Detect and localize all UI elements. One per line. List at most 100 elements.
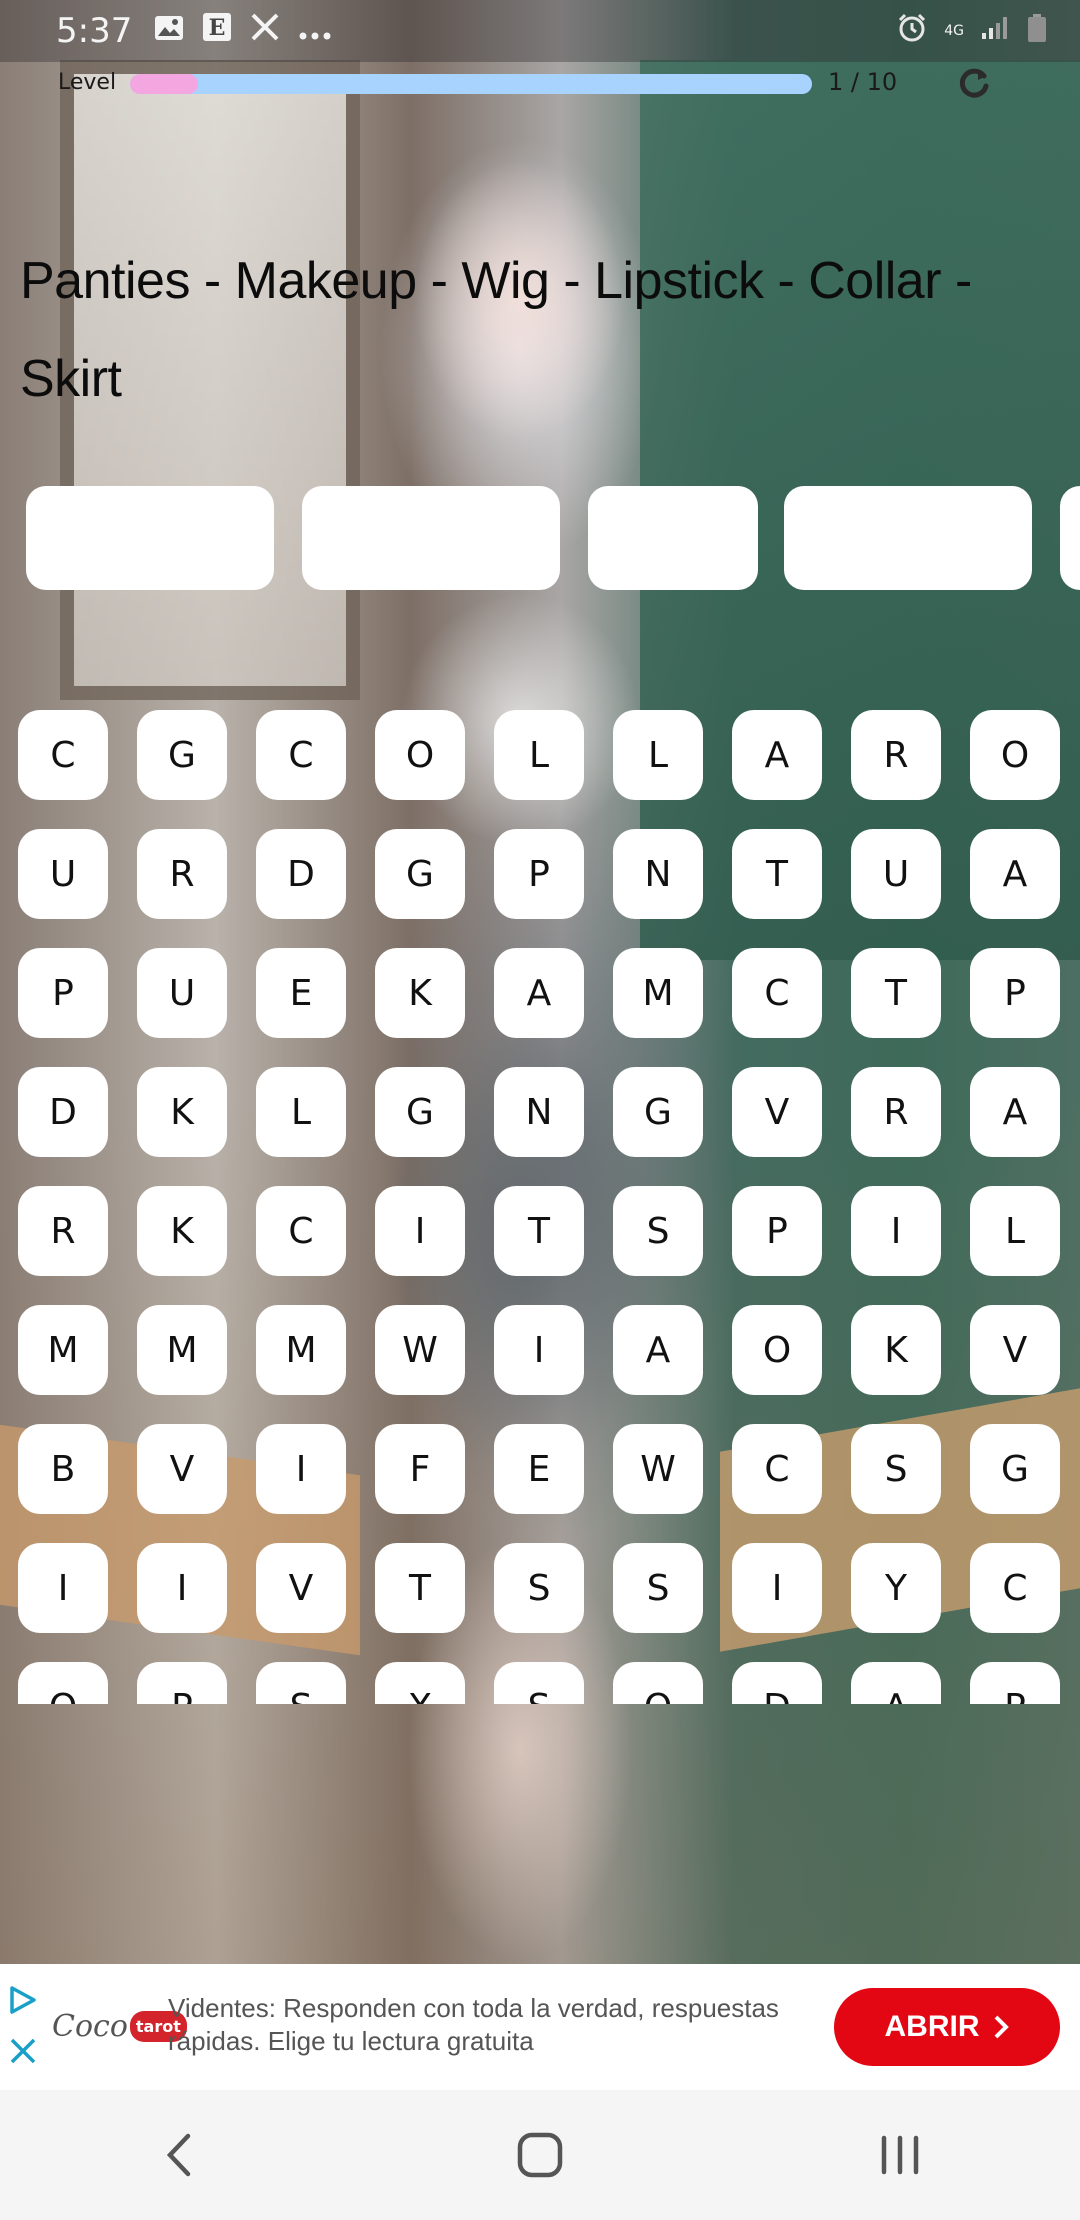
letter-tile[interactable]: R	[137, 829, 227, 919]
letter-tile[interactable]: A	[613, 1305, 703, 1395]
letter-tile[interactable]: L	[613, 710, 703, 800]
letter-tile[interactable]: G	[970, 1424, 1060, 1514]
letter-tile[interactable]: A	[970, 1067, 1060, 1157]
letter-tile[interactable]: A	[494, 948, 584, 1038]
letter-tile[interactable]: M	[256, 1305, 346, 1395]
letter-tile[interactable]: U	[137, 948, 227, 1038]
letter-tile[interactable]: A	[851, 1662, 941, 1704]
letter-tile[interactable]: V	[137, 1424, 227, 1514]
letter-tile[interactable]: I	[18, 1543, 108, 1633]
letter-tile[interactable]: S	[494, 1662, 584, 1704]
answer-slot	[784, 486, 1032, 590]
letter-tile[interactable]: M	[137, 1305, 227, 1395]
letter-tile[interactable]: F	[375, 1424, 465, 1514]
letter-tile[interactable]: K	[137, 1067, 227, 1157]
refresh-button[interactable]	[952, 62, 996, 106]
answer-slots	[26, 486, 1080, 590]
letter-tile[interactable]: S	[851, 1424, 941, 1514]
letter-tile[interactable]: G	[375, 1067, 465, 1157]
letter-tile[interactable]: O	[970, 710, 1060, 800]
letter-tile[interactable]: C	[18, 710, 108, 800]
system-nav-bar	[0, 2090, 1080, 2220]
letter-tile[interactable]: E	[256, 948, 346, 1038]
nav-back-button[interactable]	[120, 2105, 240, 2205]
letter-tile[interactable]: T	[494, 1186, 584, 1276]
letter-tile[interactable]: L	[494, 710, 584, 800]
letter-tile[interactable]: K	[375, 948, 465, 1038]
letter-tile[interactable]: C	[732, 948, 822, 1038]
letter-tile[interactable]: G	[137, 710, 227, 800]
level-label: Level	[58, 70, 117, 95]
letter-tile[interactable]: I	[375, 1186, 465, 1276]
letter-tile[interactable]: N	[613, 829, 703, 919]
ad-open-button[interactable]: ABRIR	[834, 1988, 1060, 2066]
ad-brand-name: Coco	[52, 2008, 128, 2044]
letter-tile[interactable]: U	[851, 829, 941, 919]
battery-icon	[1026, 13, 1048, 50]
nav-home-button[interactable]	[480, 2105, 600, 2205]
letter-tile[interactable]: R	[851, 1067, 941, 1157]
letter-tile[interactable]: B	[18, 1424, 108, 1514]
letter-tile[interactable]: M	[18, 1305, 108, 1395]
letter-tile[interactable]: A	[732, 710, 822, 800]
letter-tile[interactable]: S	[613, 1543, 703, 1633]
ad-choices[interactable]	[6, 1982, 40, 2072]
letter-tile[interactable]: P	[18, 948, 108, 1038]
letter-grid: CGCOLLAROURDGPNTUAPUEKAMCTPDKLGNGVRARKCI…	[18, 710, 1062, 1704]
letter-tile[interactable]: O	[732, 1305, 822, 1395]
letter-tile[interactable]: D	[18, 1067, 108, 1157]
letter-tile[interactable]: T	[732, 829, 822, 919]
letter-tile[interactable]: O	[613, 1662, 703, 1704]
letter-tile[interactable]: D	[256, 829, 346, 919]
letter-tile[interactable]: T	[851, 948, 941, 1038]
letter-tile[interactable]: R	[851, 710, 941, 800]
letter-tile[interactable]: G	[613, 1067, 703, 1157]
svg-text:E: E	[209, 15, 226, 41]
letter-tile[interactable]: K	[851, 1305, 941, 1395]
letter-tile[interactable]: O	[18, 1662, 108, 1704]
letter-tile[interactable]: P	[970, 1662, 1060, 1704]
letter-tile[interactable]: I	[256, 1424, 346, 1514]
letter-tile[interactable]: A	[970, 829, 1060, 919]
letter-tile[interactable]: I	[137, 1543, 227, 1633]
nav-recents-button[interactable]	[840, 2105, 960, 2205]
letter-tile[interactable]: W	[375, 1305, 465, 1395]
letter-tile[interactable]: I	[851, 1186, 941, 1276]
letter-tile[interactable]: L	[256, 1067, 346, 1157]
letter-tile[interactable]: E	[494, 1424, 584, 1514]
letter-tile[interactable]: X	[375, 1662, 465, 1704]
letter-tile[interactable]: C	[970, 1543, 1060, 1633]
words-to-find: Panties - Makeup - Wig - Lipstick - Coll…	[20, 252, 972, 408]
letter-tile[interactable]: V	[732, 1067, 822, 1157]
letter-tile[interactable]: D	[732, 1662, 822, 1704]
letter-tile[interactable]: G	[375, 829, 465, 919]
ad-banner[interactable]: Coco tarot Videntes: Responden con toda …	[0, 1964, 1080, 2090]
letter-tile[interactable]: L	[970, 1186, 1060, 1276]
recents-icon	[881, 2135, 919, 2175]
level-progress-row: Level 1 / 10	[0, 62, 1080, 106]
letter-tile[interactable]: S	[613, 1186, 703, 1276]
letter-tile[interactable]: U	[18, 829, 108, 919]
letter-tile[interactable]: O	[375, 710, 465, 800]
letter-tile[interactable]: T	[375, 1543, 465, 1633]
letter-tile[interactable]: V	[970, 1305, 1060, 1395]
letter-tile[interactable]: P	[732, 1186, 822, 1276]
letter-tile[interactable]: I	[732, 1543, 822, 1633]
letter-tile[interactable]: R	[18, 1186, 108, 1276]
letter-tile[interactable]: I	[494, 1305, 584, 1395]
close-icon[interactable]	[8, 2036, 38, 2066]
letter-tile[interactable]: K	[137, 1186, 227, 1276]
letter-tile[interactable]: C	[256, 1186, 346, 1276]
letter-tile[interactable]: Y	[851, 1543, 941, 1633]
letter-tile[interactable]: S	[256, 1662, 346, 1704]
letter-tile[interactable]: P	[137, 1662, 227, 1704]
letter-tile[interactable]: M	[613, 948, 703, 1038]
letter-tile[interactable]: W	[613, 1424, 703, 1514]
letter-tile[interactable]: S	[494, 1543, 584, 1633]
letter-tile[interactable]: N	[494, 1067, 584, 1157]
letter-tile[interactable]: P	[970, 948, 1060, 1038]
letter-tile[interactable]: V	[256, 1543, 346, 1633]
letter-tile[interactable]: C	[732, 1424, 822, 1514]
letter-tile[interactable]: P	[494, 829, 584, 919]
letter-tile[interactable]: C	[256, 710, 346, 800]
